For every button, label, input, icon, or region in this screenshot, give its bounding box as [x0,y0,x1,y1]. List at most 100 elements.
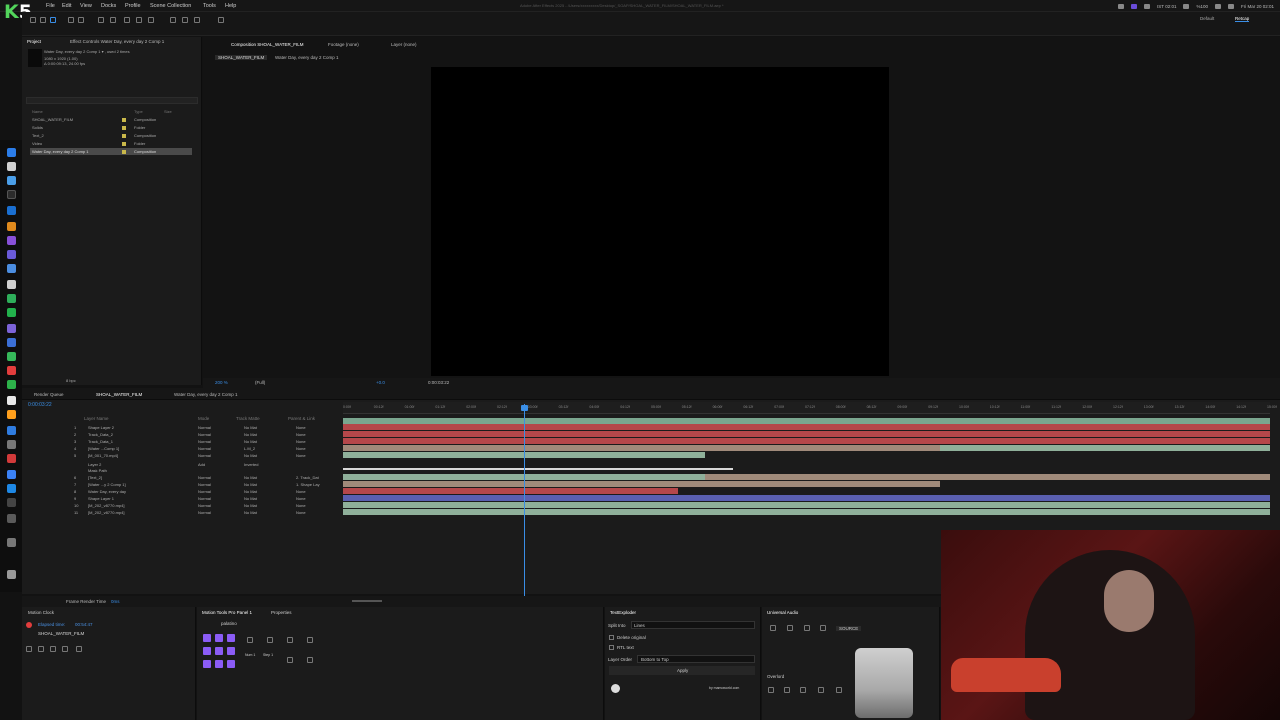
timeline-layer-row[interactable]: 8 Water Day, every day Normal No Mat None [22,488,343,495]
timeline-layer-row[interactable]: 1 Shape Layer 2 Normal No Mat None [22,424,343,431]
control-center-icon[interactable] [1118,3,1125,9]
layer-duration-bar[interactable] [940,445,1270,451]
overlord-split-icon[interactable] [800,687,806,693]
project-item[interactable]: Video [32,141,42,146]
launchpad-icon[interactable] [7,162,16,171]
layer-duration-bar[interactable] [343,502,1270,508]
pan-tool-icon[interactable] [78,17,84,23]
search-icon[interactable] [1227,3,1234,9]
viewer-timecode[interactable]: 0:00:03:22 [428,380,449,385]
menu-help[interactable]: Help [225,3,236,9]
premiere-icon[interactable] [7,236,16,245]
layer-duration-bar[interactable] [343,495,1270,501]
project-item[interactable]: Text_2 [32,133,44,138]
timeline-layer-row[interactable]: 3 Track_Data_1 Normal No Mat None [22,438,343,445]
grid-icon[interactable] [38,646,44,652]
orbit-tool-icon[interactable] [68,17,74,23]
settings-gear-icon[interactable] [611,684,620,693]
type-tool-icon[interactable] [148,17,154,23]
rectangle-tool-icon[interactable] [124,17,130,23]
tab-properties[interactable]: Properties [271,610,292,615]
tab-composition[interactable]: Composition SHOAL_WATER_FILM [231,42,304,47]
record-icon[interactable] [1144,3,1151,9]
tab-render-queue[interactable]: Render Queue [34,392,64,397]
selection-tool-icon[interactable] [30,17,36,23]
layer-duration-bar[interactable] [343,424,1270,430]
tab-project[interactable]: Project [27,39,41,44]
film-tool-icon[interactable] [307,657,313,663]
record-dot-icon[interactable] [26,622,32,628]
clone-stamp-tool-icon[interactable] [182,17,188,23]
layer-duration-bar[interactable] [343,481,940,487]
trash-icon[interactable] [7,570,16,579]
breadcrumb-main[interactable]: SHOAL_WATER_FILM [215,55,268,60]
exposure-value[interactable]: +0.0 [376,380,385,385]
refresh-icon[interactable] [787,625,793,631]
overlord-up-icon[interactable] [768,687,774,693]
downloads-icon[interactable] [7,538,16,547]
timeline-layer-row[interactable]: 2 Track_Data_2 Normal No Mat None [22,431,343,438]
settings-icon[interactable] [7,440,16,449]
anchor-bc-button[interactable] [215,660,223,668]
volume-icon[interactable] [1183,3,1190,9]
anchor-tl-button[interactable] [203,634,211,642]
zoom-tool-icon[interactable] [50,17,56,23]
link-tool-icon[interactable] [267,637,273,643]
zoom-slider[interactable] [352,600,382,602]
font-search[interactable]: palatino [221,621,237,626]
composition-canvas[interactable] [431,67,889,376]
split-into-select[interactable] [631,621,755,629]
anchor-tc-button[interactable] [215,634,223,642]
after-effects-icon[interactable] [7,250,16,259]
menu-view[interactable]: View [80,3,92,9]
whatsapp-icon[interactable] [7,294,16,303]
column-parent[interactable]: Parent & Link [288,416,315,421]
info-icon[interactable] [76,646,82,652]
obs-status-icon[interactable] [1131,3,1138,9]
layer-duration-bar[interactable] [343,431,1270,437]
zoom-level[interactable]: 200 % [215,380,228,385]
terminal-icon[interactable] [7,498,16,507]
workspace-retcap[interactable]: Retcap [1235,16,1250,22]
anchor-ml-button[interactable] [203,647,211,655]
layer-duration-bar[interactable] [343,509,1270,515]
anchor-tr-button[interactable] [227,634,235,642]
timeline-layer-row[interactable]: 6 [Text_2] Normal No Mat 2. Track_Dat [22,474,343,481]
hand-tool-icon[interactable] [40,17,46,23]
notes-icon[interactable] [7,396,16,405]
timeline-layer-row[interactable]: 4 [Water ...Comp 1] Normal L.M_2 None [22,445,343,452]
layer-duration-bar[interactable] [343,438,1270,444]
tab-motion-tools[interactable]: Motion Tools Pro Panel 1 [202,610,252,615]
workspace-default[interactable]: Default [1200,16,1214,21]
menu-docks[interactable]: Docks [101,3,116,9]
project-item[interactable]: Solids [32,125,43,130]
anchor-mc-button[interactable] [215,647,223,655]
wifi-icon[interactable] [1214,3,1221,9]
source-button[interactable]: SOURCE [836,626,862,631]
resolution-select[interactable]: (Full) [255,380,265,385]
chrome-icon[interactable] [7,280,16,289]
finder-icon[interactable] [7,148,16,157]
zoom-app-icon[interactable] [7,484,16,493]
delete-original-checkbox[interactable] [609,635,614,640]
safari-icon[interactable] [7,176,16,185]
timeline-layer-row[interactable]: 7 [Water ...y 2 Comp 1] Normal No Mat 1. Sha… [22,481,343,488]
anchor-br-button[interactable] [227,660,235,668]
audio-speaker-icon[interactable] [770,625,776,631]
tab-footage[interactable]: Footage (none) [328,42,359,47]
layer-duration-bar[interactable] [343,488,678,494]
utilities-icon[interactable] [7,514,16,523]
illustrator-icon[interactable] [7,222,16,231]
mail-icon[interactable] [7,426,16,435]
num-one-button[interactable]: Num 1 [245,653,255,657]
null-tool-icon[interactable] [247,637,253,643]
playhead-line[interactable] [524,404,525,596]
project-search-input[interactable] [26,97,198,104]
media-encoder-icon[interactable] [7,264,16,273]
delete-icon[interactable] [804,625,810,631]
column-layer-name[interactable]: Layer Name [84,416,109,421]
share-tool-icon[interactable] [287,637,293,643]
timeline-layer-row[interactable]: 9 Shape Layer 1 Normal No Mat None [22,495,343,502]
anchor-mr-button[interactable] [227,647,235,655]
pen-tool-icon[interactable] [136,17,142,23]
